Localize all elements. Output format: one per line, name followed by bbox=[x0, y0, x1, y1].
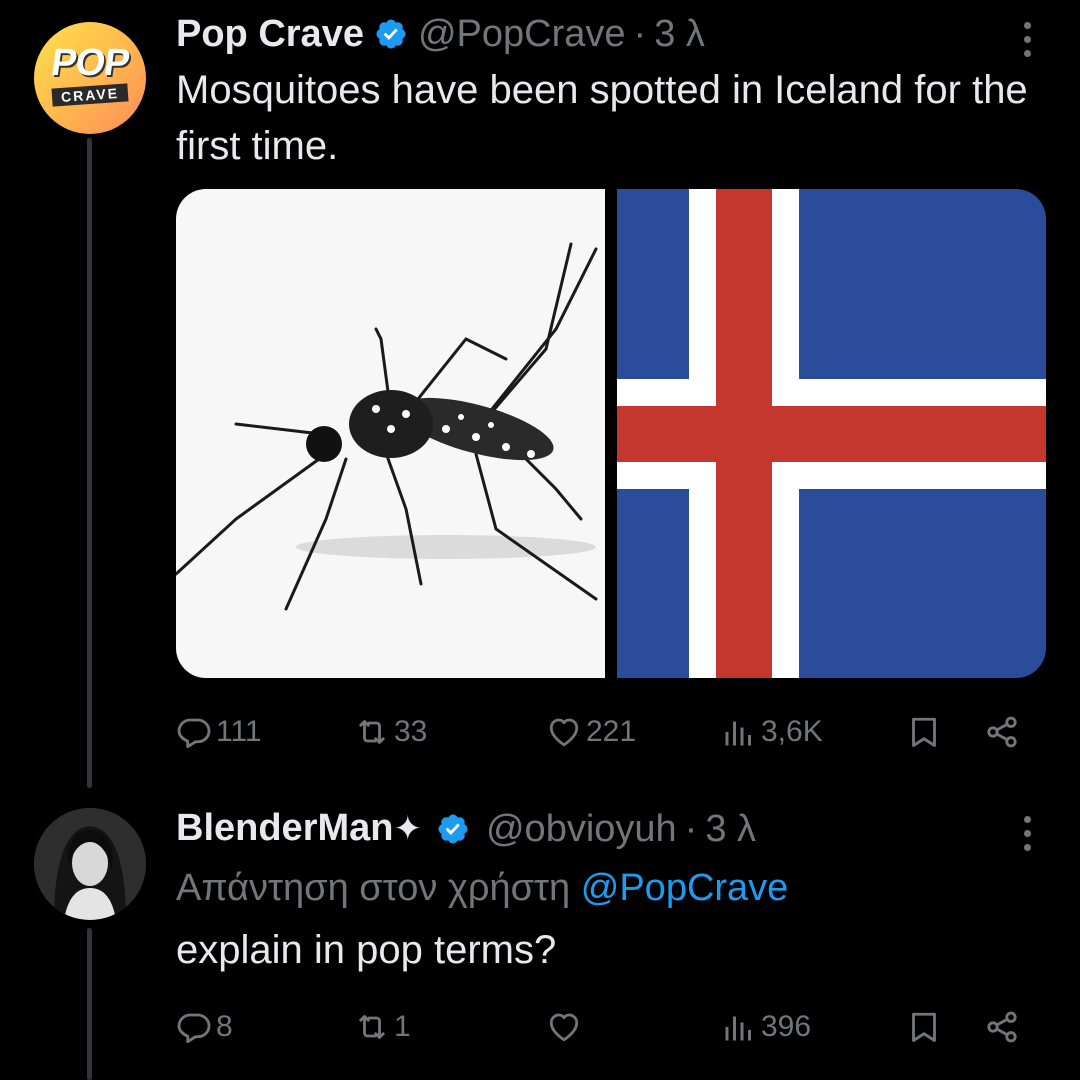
reply-context: Απάντηση στον χρήστη @PopCrave bbox=[176, 860, 788, 916]
bookmark-icon bbox=[912, 1012, 936, 1042]
views-button[interactable]: 396 bbox=[721, 1003, 811, 1051]
reply-button[interactable]: 111 bbox=[176, 708, 262, 756]
avatar-logo-subtext: CRAVE bbox=[51, 83, 129, 107]
repost-button[interactable]: 1 bbox=[354, 1003, 411, 1051]
views-count: 396 bbox=[761, 1010, 812, 1043]
tweet-text: explain in pop terms? bbox=[176, 928, 557, 972]
avatar-blenderman[interactable] bbox=[34, 808, 146, 920]
tweet-header: BlenderMan✦ @obvioyuh · 3 λ bbox=[176, 806, 756, 851]
repost-icon bbox=[359, 1015, 385, 1039]
author-handle[interactable]: @PopCrave bbox=[418, 12, 626, 56]
author-name[interactable]: BlenderMan✦ bbox=[176, 806, 422, 851]
share-button[interactable] bbox=[984, 708, 1020, 756]
views-count: 3,6K bbox=[761, 715, 823, 748]
tweet-header: Pop Crave @PopCrave · 3 λ bbox=[176, 12, 705, 56]
like-button[interactable] bbox=[546, 1003, 582, 1051]
verified-badge-icon bbox=[374, 17, 408, 51]
reply-prefix: Απάντηση στον χρήστη bbox=[176, 867, 571, 909]
reply-count: 111 bbox=[216, 715, 262, 748]
timestamp[interactable]: 3 λ bbox=[654, 12, 705, 56]
timestamp[interactable]: 3 λ bbox=[705, 807, 756, 851]
author-name[interactable]: Pop Crave bbox=[176, 12, 364, 56]
iceland-flag-image[interactable] bbox=[617, 189, 1046, 678]
bookmark-button[interactable] bbox=[906, 1003, 942, 1051]
views-icon bbox=[725, 1016, 751, 1041]
thread-line bbox=[87, 138, 92, 788]
share-icon bbox=[987, 716, 1017, 748]
like-count: 221 bbox=[586, 715, 637, 748]
bookmark-icon bbox=[912, 717, 936, 747]
tweet-media[interactable] bbox=[176, 189, 1046, 678]
tweet-actions: 111 33 221 3,6K bbox=[176, 708, 1036, 756]
avatar-popcrave[interactable]: POP CRAVE bbox=[34, 22, 146, 134]
reply-icon bbox=[177, 1013, 211, 1044]
author-handle[interactable]: @obvioyuh bbox=[486, 807, 677, 851]
mosquito-illustration bbox=[176, 242, 598, 611]
reply-mention-link[interactable]: @PopCrave bbox=[581, 867, 789, 909]
views-button[interactable]: 3,6K bbox=[721, 708, 823, 756]
repost-count: 1 bbox=[394, 1010, 411, 1043]
tweet-text: Mosquitoes have been spotted in Iceland … bbox=[176, 68, 1028, 168]
reply-icon bbox=[177, 718, 211, 749]
share-icon bbox=[987, 1011, 1017, 1043]
repost-count: 33 bbox=[394, 715, 428, 748]
repost-icon bbox=[359, 720, 385, 744]
separator-dot: · bbox=[633, 13, 647, 55]
flag-red-horizontal bbox=[617, 406, 1046, 462]
thread-line-reply bbox=[87, 928, 92, 1080]
more-icon[interactable] bbox=[1020, 816, 1034, 858]
like-icon bbox=[549, 718, 579, 747]
reply-count: 8 bbox=[216, 1010, 233, 1043]
avatar-photo bbox=[34, 808, 146, 920]
separator-dot: · bbox=[684, 807, 698, 850]
tweet-actions: 8 1 396 bbox=[176, 1003, 1036, 1051]
more-icon[interactable] bbox=[1020, 22, 1034, 64]
like-icon bbox=[549, 1013, 579, 1042]
share-button[interactable] bbox=[984, 1003, 1020, 1051]
reply-button[interactable]: 8 bbox=[176, 1003, 233, 1051]
mosquito-image[interactable] bbox=[176, 189, 605, 678]
views-icon bbox=[725, 721, 751, 746]
bookmark-button[interactable] bbox=[906, 708, 942, 756]
repost-button[interactable]: 33 bbox=[354, 708, 427, 756]
verified-badge-icon bbox=[436, 812, 470, 846]
avatar-logo-text: POP bbox=[48, 42, 132, 84]
like-button[interactable]: 221 bbox=[546, 708, 636, 756]
